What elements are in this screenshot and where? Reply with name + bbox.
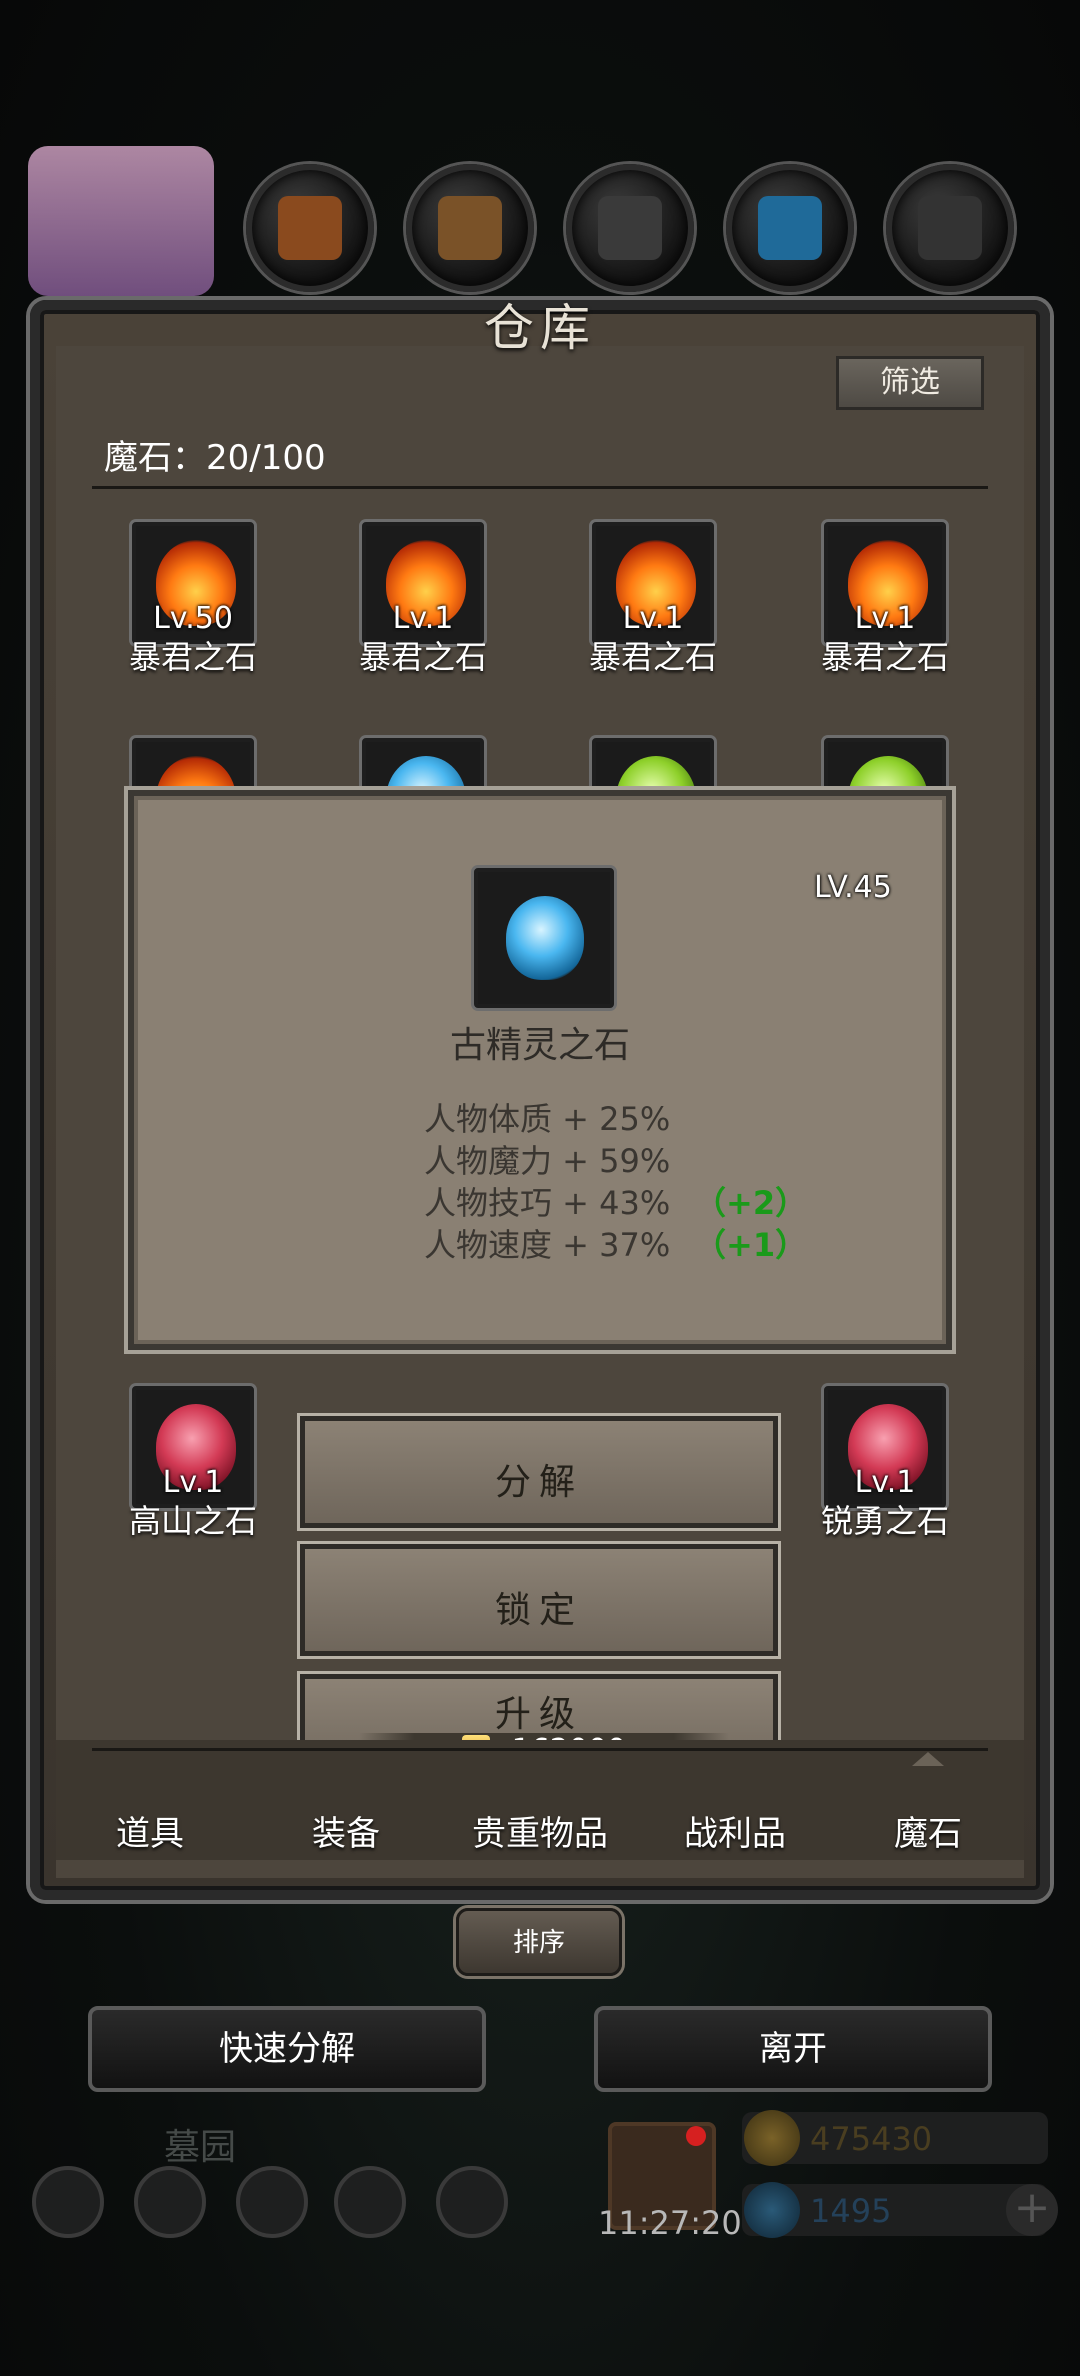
stone-name: 暴君之石 [588,638,717,676]
settings-icon[interactable] [32,2166,104,2238]
item-circle-4[interactable] [726,164,854,292]
clock: 11:27:20 [598,2204,742,2242]
stone-level: Lv.1 [162,1465,224,1500]
tab-equipment[interactable]: 装备 [312,1806,380,1855]
star-icon[interactable] [134,2166,206,2238]
lock-label: 锁定 [494,1590,583,1631]
detail-stone-slot [474,868,614,1008]
filter-button[interactable]: 筛选 [836,356,984,410]
sort-button[interactable]: 排序 [456,1908,622,1976]
gem-amount: 1495 [810,2192,892,2230]
decompose-button[interactable]: 分解 [300,1416,778,1528]
decompose-label: 分解 [494,1462,583,1503]
quick-decompose-button[interactable]: 快速分解 [88,2006,486,2092]
mail-icon[interactable] [334,2166,406,2238]
stat-bonus: （+1） [694,1226,808,1264]
stone-name: 锐勇之石 [820,1502,949,1540]
stone-slot[interactable]: Lv.1 [824,1386,946,1508]
stat-line: 人物魔力 + 59% [424,1142,671,1180]
stone-level: Lv.50 [153,601,233,636]
stone-name: 高山之石 [128,1502,257,1540]
stone-name: 暴君之石 [128,638,257,676]
stone-name: 暴君之石 [358,638,487,676]
gold-amount: 475430 [810,2120,933,2158]
stone-level: Lv.1 [622,601,684,636]
stone-detail-popup: LV.45 古精灵之石 人物体质 + 25% 人物魔力 + 59% 人物技巧 +… [128,790,952,1350]
tab-divider [92,1748,988,1751]
upgrade-label: 升级 [494,1694,583,1735]
tab-valuables[interactable]: 贵重物品 [472,1806,608,1855]
shuffle-icon[interactable] [436,2166,508,2238]
tab-loot[interactable]: 战利品 [684,1806,786,1855]
detail-stone-name: 古精灵之石 [449,1025,630,1066]
title-plate: 仓库 [360,270,720,380]
item-circle-5[interactable] [886,164,1014,292]
stone-level: Lv.1 [392,601,454,636]
stone-slot[interactable]: Lv.1 [132,1386,254,1508]
gold-icon [744,2110,800,2166]
notification-dot [686,2126,706,2146]
stone-slot[interactable]: Lv.1 [592,522,714,644]
stone-slot[interactable]: Lv.1 [362,522,484,644]
blue-gem-icon [506,896,584,980]
stat-bonus: （+2） [694,1184,808,1222]
stone-name: 暴君之石 [820,638,949,676]
stone-level: Lv.1 [854,1465,916,1500]
detail-level: LV.45 [814,870,892,905]
location-label: 墓园 [164,2127,237,2168]
active-tab-marker [912,1752,944,1766]
stone-count: 魔石：20/100 [104,438,326,478]
stat-line: 人物速度 + 37% [424,1226,671,1264]
lock-button[interactable]: 锁定 [300,1544,778,1656]
stone-slot[interactable]: Lv.50 [132,522,254,644]
stone-slot[interactable]: Lv.1 [824,522,946,644]
leave-button[interactable]: 离开 [594,2006,992,2092]
tab-items[interactable]: 道具 [116,1806,184,1855]
add-gems-icon[interactable]: + [1006,2184,1058,2236]
stat-line: 人物体质 + 25% [424,1100,671,1138]
divider [92,486,988,489]
scroll-icon[interactable] [236,2166,308,2238]
stat-line: 人物技巧 + 43% [424,1184,671,1222]
tab-magic-stones[interactable]: 魔石 [894,1806,962,1855]
page-title: 仓库 [484,299,596,357]
item-circle-1[interactable] [246,164,374,292]
stone-level: Lv.1 [854,601,916,636]
event-banner-icon[interactable] [28,146,214,296]
gem-icon [744,2182,800,2238]
